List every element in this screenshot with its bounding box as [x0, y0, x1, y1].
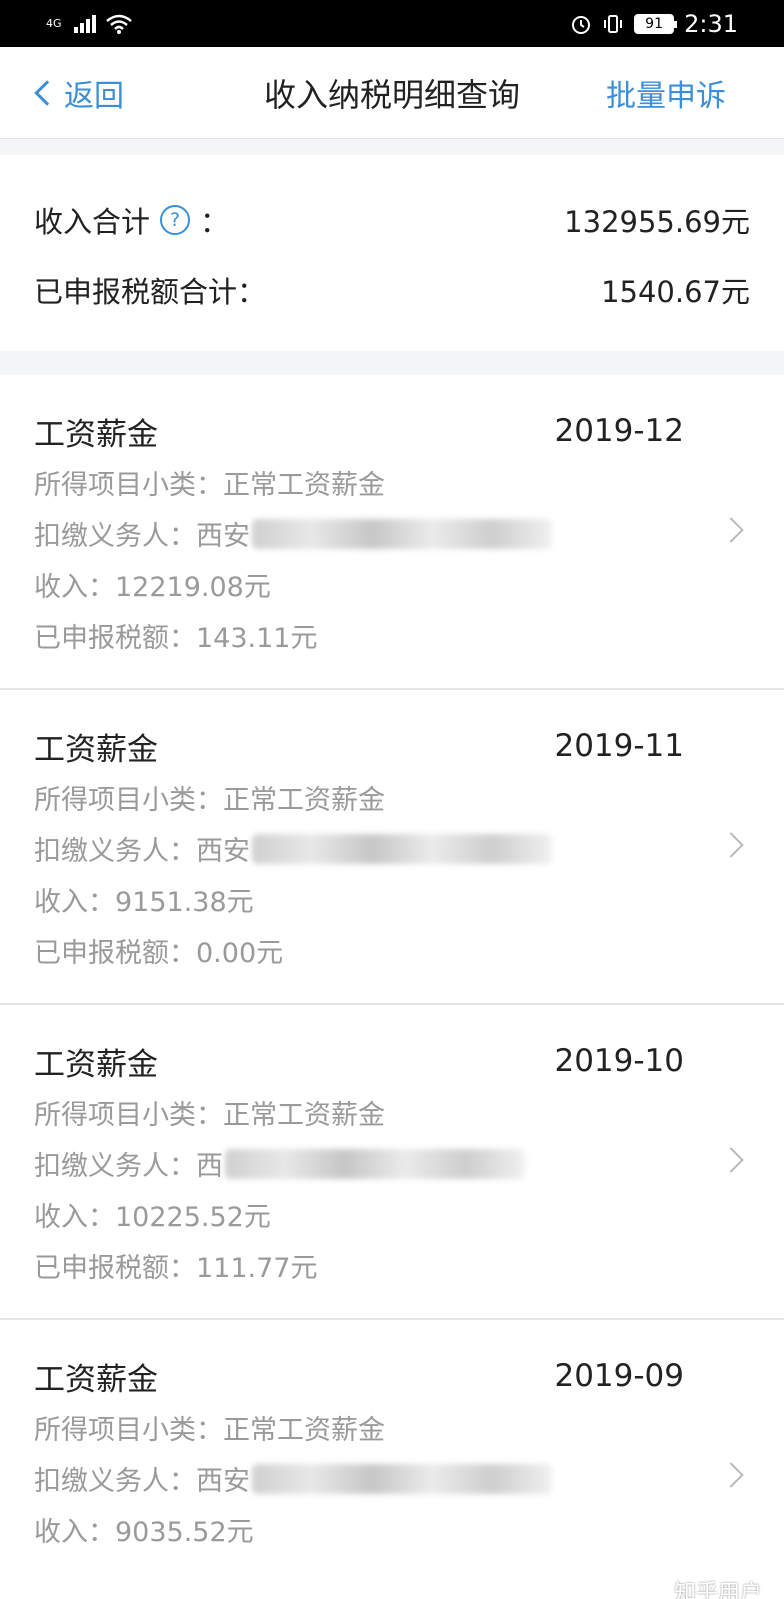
record-type: 工资薪金: [34, 731, 158, 768]
record-header: 工资薪金 2019-10: [34, 1035, 750, 1087]
record-subcategory: 所得项目小类：正常工资薪金: [34, 785, 385, 816]
help-icon[interactable]: ?: [160, 205, 191, 235]
record-item[interactable]: 工资薪金 2019-11 所得项目小类：正常工资薪金 扣缴义务人：西安 收入：9…: [0, 690, 784, 1005]
record-subcategory: 所得项目小类：正常工资薪金: [34, 1100, 385, 1131]
redacted-text: [252, 1463, 552, 1494]
chevron-left-icon: [34, 79, 60, 106]
record-income: 收入：9035.52元: [34, 1517, 254, 1548]
record-tax: 已申报税额：0.00元: [34, 938, 284, 969]
income-total-label: 收入合计 ? ：: [34, 199, 229, 241]
income-total-value: 132955.69元: [564, 205, 750, 239]
summary-card: 收入合计 ? ： 132955.69元 已申报税额合计： 1540.67元: [0, 155, 784, 351]
withholder-text: 扣缴义务人：西安: [34, 1466, 250, 1497]
record-header: 工资薪金 2019-09: [34, 1350, 750, 1402]
income-total-text: 收入合计: [34, 205, 151, 239]
record-period: 2019-11: [554, 728, 684, 764]
section-gap: [0, 139, 784, 155]
tax-total-value: 1540.67元: [601, 275, 750, 309]
tax-total-row: 已申报税额合计： 1540.67元: [34, 255, 750, 325]
record-item[interactable]: 工资薪金 2019-10 所得项目小类：正常工资薪金 扣缴义务人：西 收入：10…: [0, 1005, 784, 1320]
record-income: 收入：9151.38元: [34, 887, 254, 918]
wifi-icon: [105, 14, 132, 34]
record-tax: [34, 1555, 750, 1599]
signal-icon: [73, 14, 96, 33]
record-header: 工资薪金 2019-11: [34, 720, 750, 772]
status-left: 4G: [46, 14, 132, 34]
alarm-icon: [572, 15, 591, 34]
record-withholder: 扣缴义务人：西安: [34, 1453, 750, 1504]
record-item[interactable]: 工资薪金 2019-12 所得项目小类：正常工资薪金 扣缴义务人：西安 收入：1…: [0, 375, 784, 690]
record-tax: 已申报税额：143.11元: [34, 623, 318, 654]
network-type: 4G: [46, 18, 62, 29]
redacted-text: [252, 833, 552, 864]
record-subcategory: 所得项目小类：正常工资薪金: [34, 1415, 385, 1446]
record-header: 工资薪金 2019-12: [34, 405, 750, 457]
record-withholder: 扣缴义务人：西安: [34, 508, 750, 559]
record-list: 工资薪金 2019-12 所得项目小类：正常工资薪金 扣缴义务人：西安 收入：1…: [0, 375, 784, 1599]
income-total-row: 收入合计 ? ： 132955.69元: [34, 185, 750, 255]
record-subcategory: 所得项目小类：正常工资薪金: [34, 470, 385, 501]
batch-appeal-button[interactable]: 批量申诉: [606, 71, 726, 115]
redacted-text: [252, 518, 552, 549]
record-income: 收入：12219.08元: [34, 572, 271, 603]
record-type: 工资薪金: [34, 1046, 158, 1083]
record-income: 收入：10225.52元: [34, 1202, 271, 1233]
status-right: 91 2:31: [570, 10, 738, 38]
income-total-colon: ：: [200, 205, 230, 239]
record-withholder: 扣缴义务人：西: [34, 1138, 750, 1189]
record-period: 2019-12: [554, 413, 684, 449]
status-bar: 4G 91 2:31: [0, 0, 784, 47]
nav-bar: 返回 收入纳税明细查询 批量申诉: [0, 47, 784, 139]
record-tax: 已申报税额：111.77元: [34, 1253, 318, 1284]
record-type: 工资薪金: [34, 1361, 158, 1398]
back-label: 返回: [64, 78, 124, 114]
battery-level: 91: [645, 15, 663, 32]
clock: 2:31: [684, 9, 738, 38]
record-item[interactable]: 工资薪金 2019-09 所得项目小类：正常工资薪金 扣缴义务人：西安 收入：9…: [0, 1320, 784, 1599]
battery-icon: 91: [634, 13, 678, 34]
network-label: 4G: [46, 17, 62, 30]
record-type: 工资薪金: [34, 416, 158, 453]
record-withholder: 扣缴义务人：西安: [34, 823, 750, 874]
help-glyph: ?: [169, 209, 181, 231]
back-button[interactable]: 返回: [30, 71, 124, 115]
record-period: 2019-10: [554, 1043, 684, 1079]
withholder-text: 扣缴义务人：西安: [34, 836, 250, 867]
record-period: 2019-09: [554, 1358, 684, 1394]
withholder-text: 扣缴义务人：西安: [34, 521, 250, 552]
watermark: 知乎用户: [673, 1581, 762, 1599]
withholder-text: 扣缴义务人：西: [34, 1151, 223, 1182]
vibrate-icon: [604, 14, 623, 33]
redacted-text: [225, 1148, 525, 1179]
tax-total-label: 已申报税额合计：: [34, 275, 267, 309]
